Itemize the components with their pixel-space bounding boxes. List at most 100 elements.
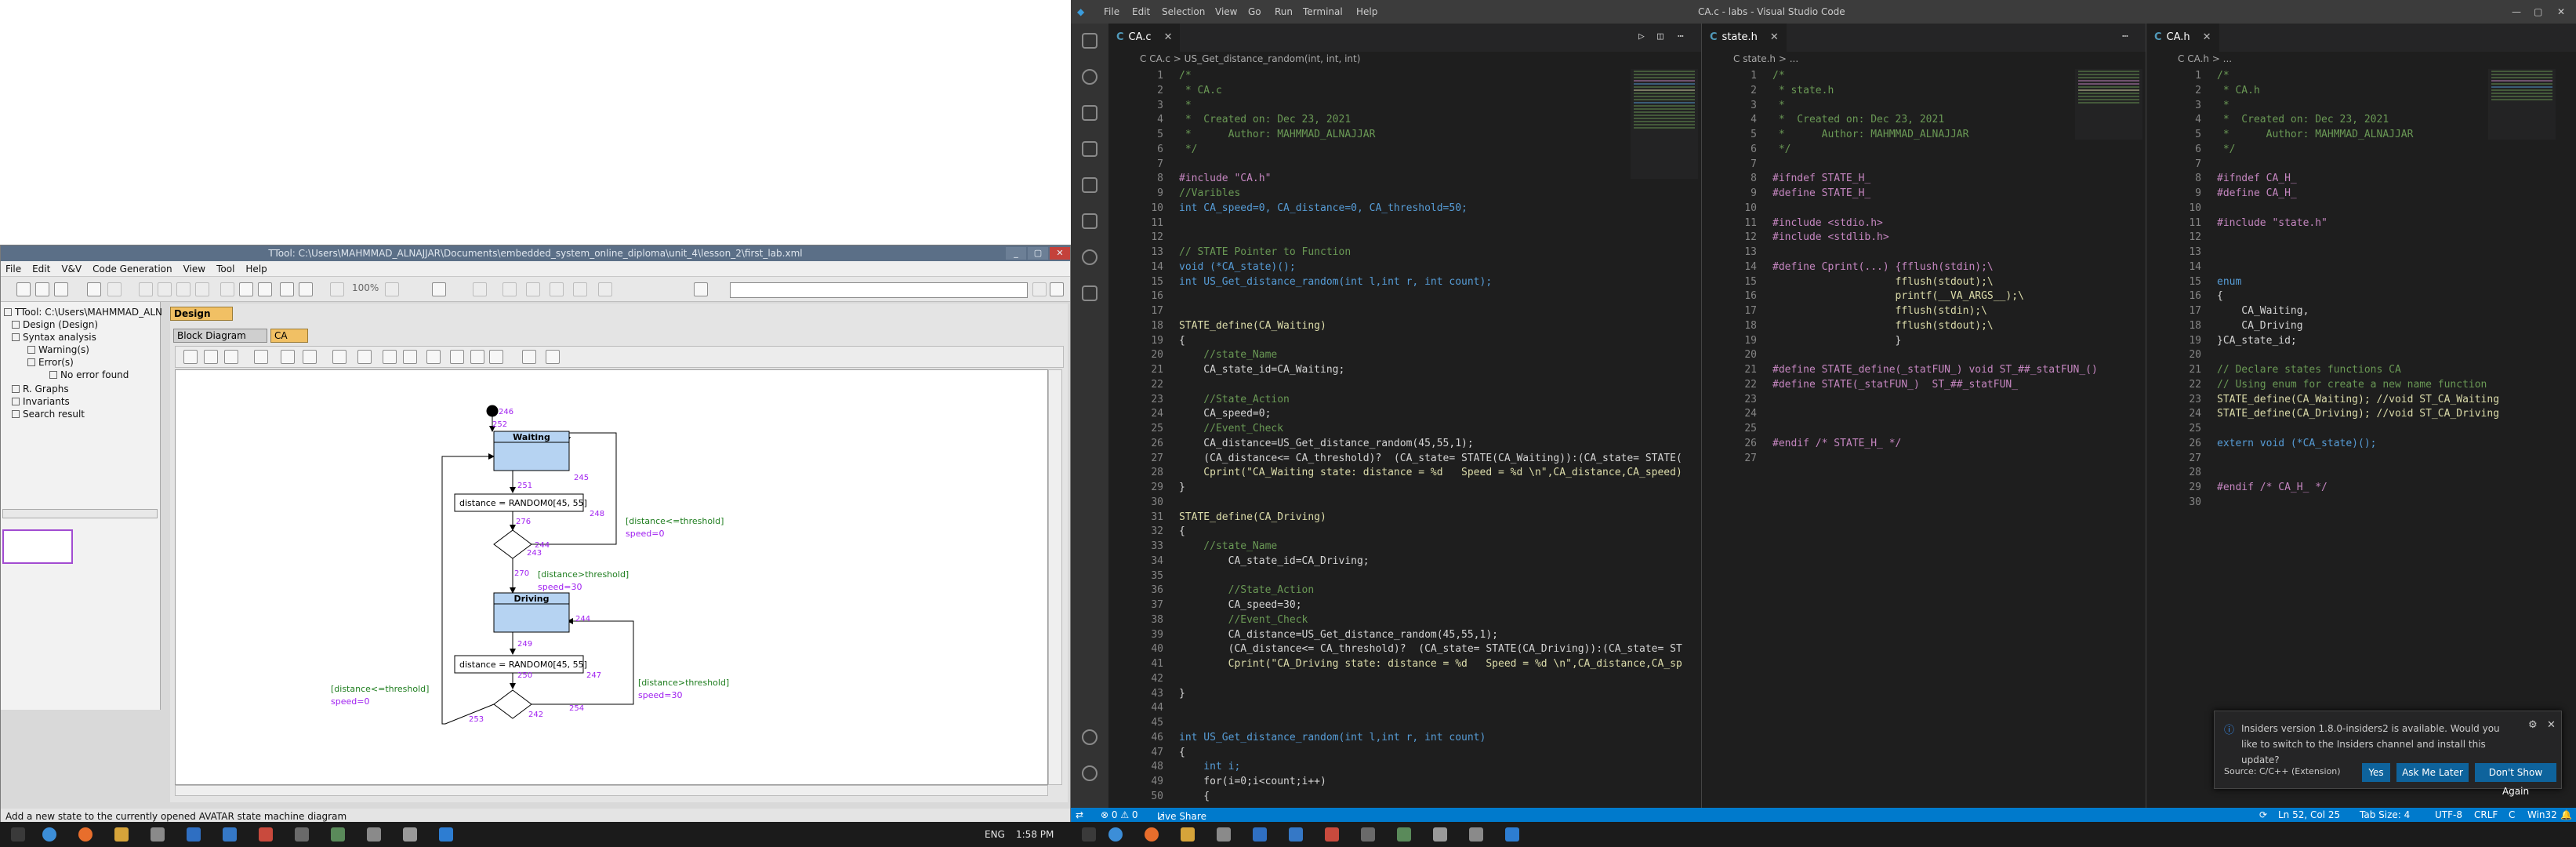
app-icon[interactable] [259,827,273,842]
extensions-icon[interactable] [1082,177,1098,193]
new-file-icon[interactable] [16,282,31,296]
code-line[interactable]: 23 [1702,393,2098,408]
palette-tool-icon[interactable] [522,350,536,364]
delete-icon[interactable] [195,282,209,296]
code-line[interactable]: 24 [1702,407,2098,422]
minimap[interactable] [1631,69,1698,179]
code-line[interactable]: 43} [1108,687,1682,702]
code-line[interactable]: 1 /* [2146,69,2499,84]
code-line[interactable]: 26 CA_distance=US_Get_distance_random(45… [1108,437,1682,452]
tree-design[interactable]: Design (Design) [12,319,98,330]
code-line[interactable]: 22 // Using enum for create a new name fu… [2146,378,2499,393]
close-icon[interactable]: ✕ [2547,719,2556,731]
tree-invariants[interactable]: Invariants [12,396,70,407]
menu-view[interactable]: View [183,264,205,274]
tree-errors[interactable]: Error(s) [27,357,74,368]
maximize-icon[interactable]: ▢ [1028,247,1048,260]
palette-tool-icon[interactable] [546,350,560,364]
code-line[interactable]: 19 } [1702,334,2098,349]
code-line[interactable]: 9 #define STATE_H_ [1702,187,2098,202]
code-line[interactable]: 17 fflush(stdin);\ [1702,304,2098,319]
dont-show-again-button[interactable]: Don't Show Again [2475,763,2556,797]
code-line[interactable]: 1 /* [1108,69,1682,84]
tool-icon[interactable] [550,282,564,296]
sync-icon[interactable]: ⟳ [2259,809,2267,820]
firefox-icon[interactable] [78,827,93,842]
code-line[interactable]: 22 #define STATE(_statFUN_) ST_##_statFUN… [1702,378,2098,393]
code-line[interactable]: 28 Cprint("CA_Waiting state: distance = … [1108,466,1682,481]
minimize-icon[interactable]: _ [1006,247,1026,260]
minimap[interactable] [2488,69,2556,140]
code-line[interactable]: 32 { [1108,525,1682,540]
code-line[interactable]: 15 int US_Get_distance_random(int l,int r… [1108,275,1682,290]
code-line[interactable]: 3 * [1108,99,1682,114]
code-line[interactable]: 12 [2146,231,2499,245]
ask-later-button[interactable]: Ask Me Later [2396,763,2469,782]
code-line[interactable]: 44 [1108,701,1682,716]
app-icon[interactable] [1217,827,1231,842]
code-line[interactable]: 14 [2146,260,2499,275]
end-of-line[interactable]: CRLF [2474,809,2498,820]
palette-tool-icon[interactable] [281,350,295,364]
menu-file[interactable]: File [5,264,21,274]
code-line[interactable]: 17 CA_Waiting, [2146,304,2499,319]
menu-go[interactable]: Go [1248,6,1261,17]
ttool-title-bar[interactable]: TTool: C:\Users\MAHMMAD_ALNAJJAR\Documen… [1,245,1070,261]
remote-icon[interactable]: ⇄ [1076,809,1083,820]
yes-button[interactable]: Yes [2362,763,2390,782]
code-line[interactable]: 9 //Varibles [1108,187,1682,202]
code-line[interactable]: 27 [1702,452,2098,467]
menu-view[interactable]: View [1215,6,1237,17]
tab-ca-h[interactable]: C CA.h ✕ [2146,24,2219,52]
code-editor-ca-c[interactable]: 1/* 2 * CA.c 3 * 4 * Created on: Dec 23, 20… [1108,69,1682,805]
windows-start-icon[interactable] [11,827,25,842]
redo-icon[interactable] [258,282,272,296]
problems-indicator[interactable]: ⊗ 0 ⚠ 0 [1101,809,1138,820]
breadcrumb[interactable]: C CA.c > US_Get_distance_random(int, int… [1140,53,1360,64]
code-line[interactable]: 3 * [2146,99,2499,114]
code-line[interactable]: 12 [1108,231,1682,245]
menu-help[interactable]: Help [245,264,267,274]
minimap[interactable] [2075,69,2142,140]
more-actions-icon[interactable]: ⋯ [2122,31,2128,42]
canvas-horizontal-scrollbar[interactable] [175,785,1048,796]
code-line[interactable]: 11 #include "state.h" [2146,216,2499,231]
lock-icon[interactable] [87,282,101,296]
more-actions-icon[interactable]: ⋯ [1678,31,1684,42]
gear-icon[interactable]: ⚙ [2528,719,2538,731]
gear-icon[interactable] [1082,765,1098,781]
code-line[interactable]: 16 { [2146,289,2499,304]
code-line[interactable]: 12 #include <stdlib.h> [1702,231,2098,245]
menu-terminal[interactable]: Terminal [1303,6,1343,17]
tree-root[interactable]: TTool: C:\Users\MAHMMAD_ALN [4,307,162,318]
minimize-icon[interactable]: — [2512,6,2521,17]
code-line[interactable]: 15 fflush(stdout);\ [1702,275,2098,290]
code-line[interactable]: 31 STATE_define(CA_Driving) [1108,511,1682,525]
menu-edit[interactable]: Edit [32,264,50,274]
menu-help[interactable]: Help [1356,6,1377,17]
file-explorer-icon[interactable] [1181,827,1195,842]
palette-tool-icon[interactable] [383,350,397,364]
code-line[interactable]: 29} [1108,481,1682,496]
code-line[interactable]: 20 [1702,348,2098,363]
code-line[interactable]: 18 STATE_define(CA_Waiting) [1108,319,1682,334]
tab-ca[interactable]: CA [270,329,308,343]
app-icon[interactable] [223,827,237,842]
tool-icon[interactable] [503,282,517,296]
windows-start-icon[interactable] [1082,827,1096,842]
code-line[interactable]: 21 // Declare states functions CA [2146,363,2499,378]
code-line[interactable]: 4 * Created on: Dec 23, 2021 [1702,113,2098,128]
encoding[interactable]: UTF-8 [2435,809,2462,820]
code-line[interactable]: 18 CA_Driving [2146,319,2499,334]
tree-scrollbar[interactable] [2,509,158,518]
code-line[interactable]: 14 #define Cprint(...) {fflush(stdin);\ [1702,260,2098,275]
start-state[interactable] [486,405,499,417]
app-icon[interactable] [1253,827,1267,842]
code-line[interactable]: 8 #include "CA.h" [1108,172,1682,187]
code-line[interactable]: 13 [2146,245,2499,260]
source-control-icon[interactable] [1082,105,1098,121]
menu-edit[interactable]: Edit [1132,6,1150,17]
zoom-out-icon[interactable] [330,282,344,296]
chrome-icon[interactable] [42,827,56,842]
close-icon[interactable]: ✕ [1770,31,1779,43]
